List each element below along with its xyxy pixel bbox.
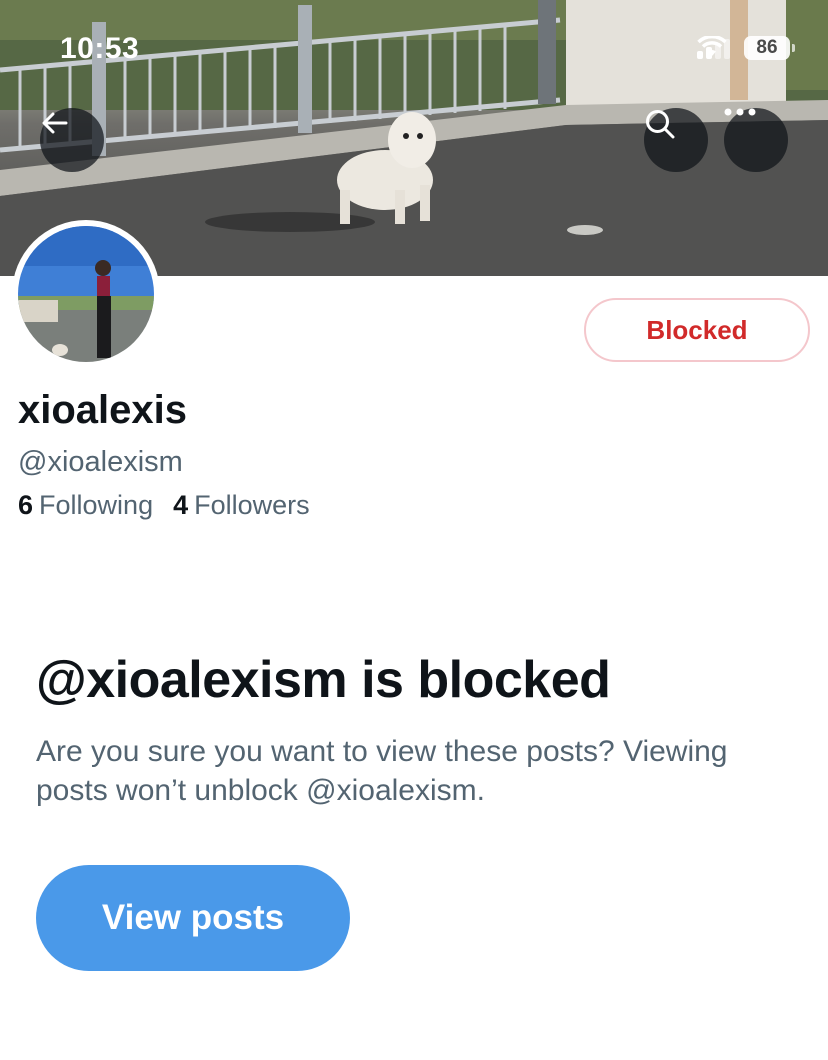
blocked-button[interactable]: Blocked bbox=[584, 298, 810, 362]
status-time: 10:53 bbox=[60, 32, 140, 65]
followers-count: 4 bbox=[173, 490, 189, 520]
battery-level: 86 bbox=[756, 37, 778, 58]
view-posts-button[interactable]: View posts bbox=[36, 865, 350, 971]
blocked-notice-description: Are you sure you want to view these post… bbox=[36, 735, 728, 807]
profile-avatar[interactable] bbox=[12, 220, 160, 368]
following-count: 6 bbox=[18, 490, 34, 520]
back-button[interactable] bbox=[40, 108, 104, 172]
search-button[interactable] bbox=[644, 108, 708, 172]
wifi-icon bbox=[697, 36, 727, 56]
status-indicators: 86 bbox=[697, 36, 795, 60]
user-handle: @xioalexism bbox=[18, 446, 183, 478]
more-options-button[interactable] bbox=[724, 108, 788, 172]
arrow-left-icon bbox=[42, 112, 68, 134]
more-horizontal-icon bbox=[724, 108, 756, 116]
followers-link[interactable]: 4 Followers bbox=[173, 490, 310, 521]
following-label: Following bbox=[39, 490, 154, 520]
following-link[interactable]: 6 Following bbox=[18, 490, 153, 521]
followers-label: Followers bbox=[194, 490, 310, 520]
avatar-photo bbox=[18, 226, 154, 362]
follow-stats: 6 Following 4 Followers bbox=[18, 490, 310, 521]
display-name: xioalexis bbox=[18, 388, 188, 432]
avatar-image bbox=[18, 226, 154, 362]
battery-icon: 86 bbox=[744, 36, 795, 60]
search-icon bbox=[646, 110, 675, 139]
blocked-notice-title: @xioalexism is blocked bbox=[36, 651, 611, 709]
